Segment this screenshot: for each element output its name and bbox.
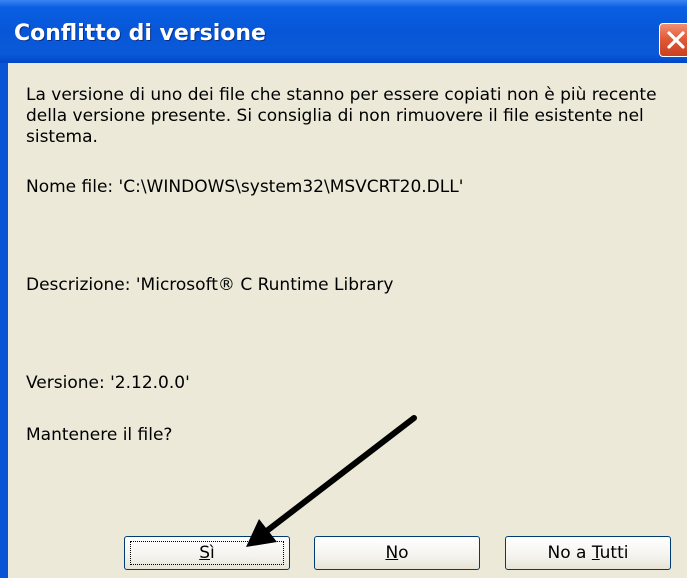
no-to-all-button-prefix: No a [547, 543, 592, 563]
no-button-label: o [398, 543, 409, 563]
window-title: Conflitto di versione [14, 21, 266, 46]
description-line: Descrizione: 'Microsoft® C Runtime Libra… [26, 275, 394, 295]
version-line: Versione: '2.12.0.0' [26, 373, 190, 393]
focus-rectangle [130, 541, 284, 565]
warning-message: La versione di uno dei file che stanno p… [26, 85, 657, 147]
no-button[interactable]: No [314, 536, 480, 570]
no-to-all-button-accesskey: T [591, 543, 600, 563]
file-name-line: Nome file: 'C:\WINDOWS\system32\MSVCRT20… [26, 177, 464, 197]
version-conflict-dialog: Conflitto di versione La versione di uno… [0, 0, 687, 578]
dialog-body: La versione di uno dei file che stanno p… [8, 63, 687, 578]
no-button-accesskey: N [385, 543, 399, 563]
close-icon [667, 31, 685, 49]
yes-button[interactable]: Sì [124, 536, 290, 570]
window-frame-left [0, 63, 8, 578]
no-to-all-button[interactable]: No a Tutti [505, 536, 671, 570]
close-button[interactable] [659, 23, 687, 57]
no-to-all-button-label: utti [599, 543, 629, 563]
title-bar[interactable]: Conflitto di versione [0, 0, 687, 63]
keep-file-question: Mantenere il file? [26, 425, 173, 445]
